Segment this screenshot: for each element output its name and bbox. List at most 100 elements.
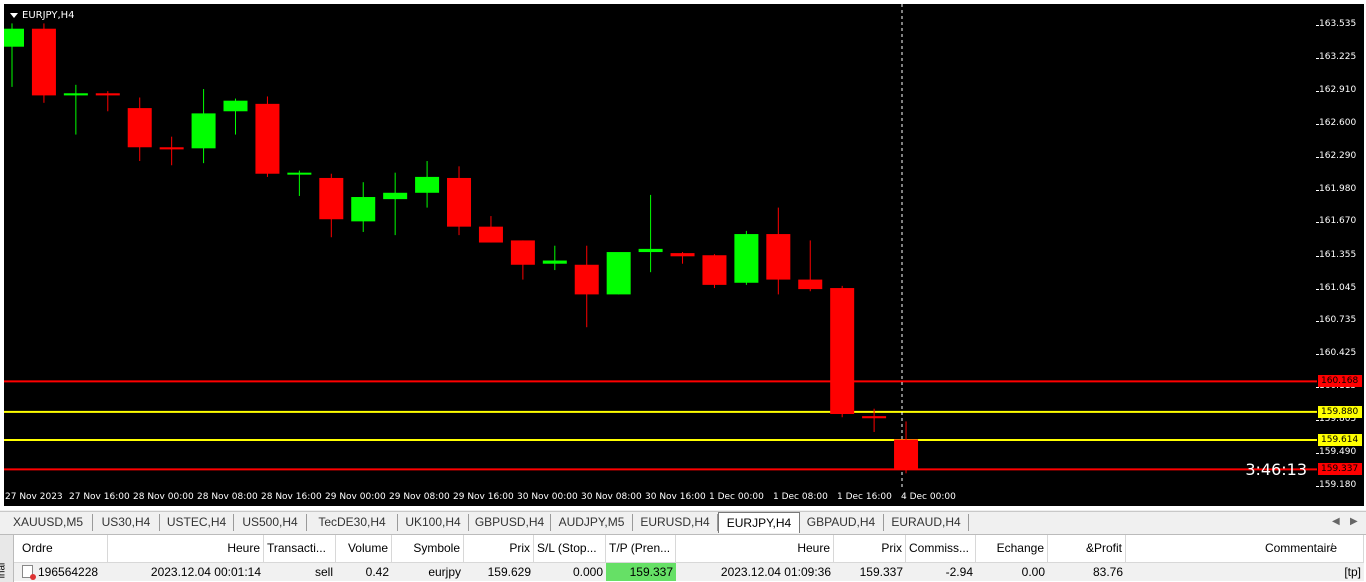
time-tick-label: 29 Nov 00:00: [325, 492, 386, 502]
chart-tab[interactable]: UK100,H4: [398, 514, 469, 531]
chart-tab[interactable]: EURJPY,H4: [718, 512, 800, 533]
terminal-side-tab[interactable]: inal: [0, 535, 14, 582]
time-tick-label: 28 Nov 00:00: [133, 492, 194, 502]
cell-text: 83.76: [1092, 565, 1123, 579]
chart-tab[interactable]: EURAUD,H4: [884, 514, 969, 531]
cell-text: [tp]: [1344, 565, 1361, 579]
chart-tab[interactable]: TecDE30,H4: [307, 514, 398, 531]
column-header[interactable]: Ordre: [14, 535, 108, 562]
trade-row-cell-price[interactable]: 159.629: [464, 562, 534, 581]
candle: [478, 216, 503, 243]
column-header[interactable]: S/L (Stop...: [534, 535, 606, 562]
trade-row-cell-price2[interactable]: 159.337: [834, 562, 906, 581]
candle: [574, 245, 599, 328]
chart-window[interactable]: EURJPY,H4 3:46:13 163.535 163.225 162.910 1…: [0, 0, 1366, 510]
column-header[interactable]: Symbole: [392, 535, 464, 562]
column-header[interactable]: Echange: [976, 535, 1048, 562]
chart-tab[interactable]: GBPAUD,H4: [799, 514, 884, 531]
candle: [638, 194, 663, 273]
trade-row-cell-profit[interactable]: 83.76: [1048, 562, 1126, 581]
trade-row-cell-comment[interactable]: [tp]: [1126, 562, 1364, 581]
price-tick-label: 163.225: [1315, 51, 1357, 62]
column-header[interactable]: Prix: [464, 535, 534, 562]
tab-scroll-left-icon[interactable]: ◀: [1332, 516, 1340, 527]
candle-body: [287, 172, 312, 175]
price-axis[interactable]: 163.535 163.225 162.910 162.600 162.290 161.9…: [1315, 4, 1364, 490]
price-levels: [4, 380, 1317, 471]
candle-body: [127, 108, 152, 148]
column-header[interactable]: Prix: [834, 535, 906, 562]
price-tick-label: 160.735: [1315, 315, 1357, 326]
candle-body: [415, 176, 440, 193]
terminal-side-label: inal: [0, 562, 8, 579]
column-header[interactable]: Commiss...: [906, 535, 976, 562]
chart-title[interactable]: EURJPY,H4: [10, 10, 75, 21]
cell-text: eurjpy: [428, 565, 461, 579]
candle: [191, 89, 216, 164]
candle: [127, 97, 152, 162]
column-header[interactable]: &Profit: [1048, 535, 1126, 562]
tab-scroll-right-icon[interactable]: ▶: [1350, 516, 1358, 527]
candle: [670, 252, 695, 264]
column-header[interactable]: T/P (Pren...: [606, 535, 676, 562]
cell-text: 196564228: [38, 565, 99, 579]
trade-row-cell-symbol[interactable]: eurjpy: [392, 562, 464, 581]
candle: [415, 161, 440, 208]
sort-indicator-icon: /: [1330, 542, 1334, 554]
column-header[interactable]: Heure: [108, 535, 264, 562]
candle-body: [159, 147, 184, 150]
candle-body: [95, 93, 120, 96]
trade-row-cell-type[interactable]: sell: [264, 562, 336, 581]
trade-row-cell-time2[interactable]: 2023.12.04 01:09:36: [676, 562, 834, 581]
time-tick-label: 1 Dec 16:00: [837, 492, 892, 502]
candles: [4, 23, 919, 474]
candle-body: [766, 234, 791, 280]
chart-tab[interactable]: US30,H4: [93, 514, 160, 531]
candle-body: [510, 240, 535, 265]
chart-tab[interactable]: EURUSD,H4: [633, 514, 718, 531]
chart-tab[interactable]: XAUUSD,M5: [4, 514, 93, 531]
chart-tab[interactable]: USTEC,H4: [160, 514, 234, 531]
price-level-label: 160.168: [1318, 375, 1362, 388]
trade-row-cell-swap[interactable]: 0.00: [976, 562, 1048, 581]
cell-text: 2023.12.04 00:01:14: [150, 565, 261, 579]
column-header[interactable]: Commentaire: [1126, 535, 1364, 562]
price-tick-label: 161.355: [1315, 249, 1357, 260]
chart-tab[interactable]: GBPUSD,H4: [469, 514, 551, 531]
candle-body: [478, 226, 503, 243]
trade-row-cell-volume[interactable]: 0.42: [336, 562, 392, 581]
trade-row-cell-sl[interactable]: 0.000: [534, 562, 606, 581]
candle-body: [734, 234, 759, 283]
terminal-panel: inal Ordre Heure Transacti... Volume Symbole…: [0, 534, 1366, 582]
candle: [702, 254, 727, 289]
candle: [383, 172, 408, 236]
cell-text: 159.337: [859, 565, 903, 579]
trade-row-cell-time[interactable]: 2023.12.04 00:01:14: [108, 562, 264, 581]
candle-body: [383, 192, 408, 200]
candle: [63, 84, 88, 135]
column-header[interactable]: Volume: [336, 535, 392, 562]
candle-body: [447, 177, 472, 227]
candle-body: [702, 255, 727, 285]
time-tick-label: 29 Nov 16:00: [453, 492, 514, 502]
column-header[interactable]: Transacti...: [264, 535, 336, 562]
candle-body: [319, 177, 344, 220]
time-tick-label: 28 Nov 08:00: [197, 492, 258, 502]
price-level-label: 159.614: [1318, 434, 1362, 447]
candle-body: [670, 253, 695, 257]
chart-menu-icon[interactable]: [10, 12, 18, 18]
candle: [351, 182, 376, 232]
column-header[interactable]: Heure: [676, 535, 834, 562]
trade-row-cell-tp[interactable]: 159.337: [606, 562, 676, 581]
price-tick-label: 163.535: [1315, 19, 1357, 29]
chart-tab[interactable]: AUDJPY,M5: [551, 514, 633, 531]
trade-row-cell-commission[interactable]: -2.94: [906, 562, 976, 581]
candle: [95, 91, 120, 112]
trade-row-cell-order[interactable]: 196564228: [14, 562, 108, 581]
cell-text: sell: [314, 565, 333, 579]
time-axis[interactable]: 27 Nov 2023 27 Nov 16:00 28 Nov 00:00 28 No…: [4, 489, 1364, 506]
price-tick-label: 159.490: [1315, 447, 1357, 458]
cell-text: 0.42: [365, 565, 389, 579]
price-chart[interactable]: EURJPY,H4 3:46:13: [4, 4, 1317, 489]
chart-tab[interactable]: US500,H4: [234, 514, 307, 531]
